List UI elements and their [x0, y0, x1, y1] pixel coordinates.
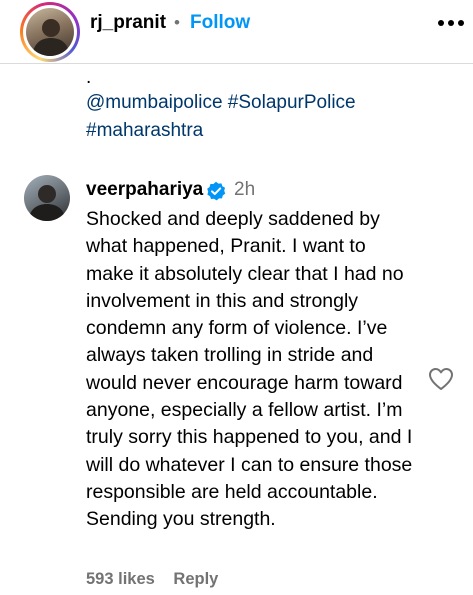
caption-text: . [86, 67, 92, 88]
comment-timestamp: 2h [234, 179, 256, 200]
comment-avatar[interactable] [24, 175, 70, 221]
more-options-icon[interactable] [438, 20, 464, 28]
comment-avatar-silhouette [28, 185, 66, 221]
hashtag-link[interactable]: @mumbaipolice [86, 92, 223, 113]
avatar-frame [23, 5, 77, 59]
story-ring[interactable] [20, 2, 80, 62]
hashtag-link[interactable]: #SolapurPolice [228, 92, 356, 113]
like-heart-icon[interactable] [428, 367, 454, 391]
post-author-username[interactable]: rj_pranit [90, 12, 166, 34]
post-header: rj_pranit • Follow [0, 0, 473, 64]
comment-username[interactable]: veerpahariya [86, 179, 203, 201]
separator-dot: • [174, 13, 180, 32]
hashtag-link[interactable]: #maharashtra [86, 120, 203, 141]
verified-badge-icon [207, 181, 226, 201]
avatar-person-silhouette [32, 19, 70, 56]
reply-button[interactable]: Reply [173, 570, 218, 588]
caption-hashtags: @mumbaipolice #SolapurPolice #maharashtr… [86, 89, 456, 145]
comment-text: Shocked and deeply saddened by what happ… [86, 208, 413, 531]
comment-like-count[interactable]: 593 likes [86, 570, 155, 588]
follow-button[interactable]: Follow [190, 12, 250, 34]
avatar[interactable] [26, 8, 74, 56]
comment-meta: 593 likes Reply [86, 570, 218, 589]
